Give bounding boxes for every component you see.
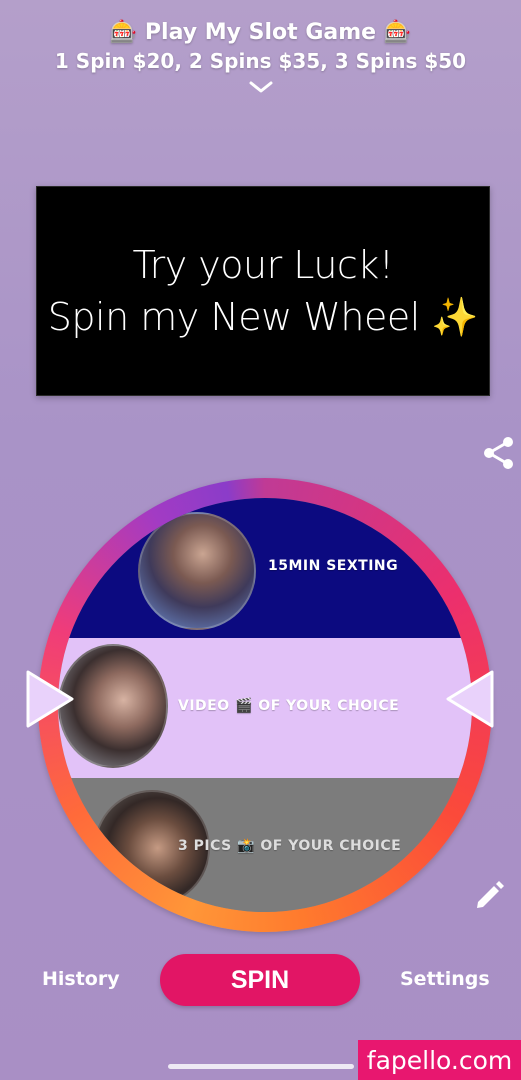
banner-line-1: Try your Luck! bbox=[132, 243, 394, 287]
bottom-bar: History SPIN Settings bbox=[0, 952, 521, 1008]
wheel-segment-selected: VIDEO 🎬 OF YOUR CHOICE bbox=[58, 638, 472, 778]
segment-label: 15MIN SEXTING bbox=[268, 558, 399, 574]
banner-line-2: Spin my New Wheel ✨ bbox=[47, 295, 479, 339]
left-pointer-icon bbox=[26, 670, 74, 728]
page-title: 🎰 Play My Slot Game 🎰 bbox=[109, 20, 412, 45]
wheel-segment: 15MIN SEXTING bbox=[58, 498, 472, 638]
prize-wheel[interactable]: 15MIN SEXTING VIDEO 🎬 OF YOUR CHOICE 3 P… bbox=[38, 478, 492, 932]
spin-button[interactable]: SPIN bbox=[160, 954, 360, 1006]
chevron-down-icon[interactable] bbox=[248, 80, 274, 94]
history-button[interactable]: History bbox=[42, 968, 120, 990]
price-subtitle: 1 Spin $20, 2 Spins $35, 3 Spins $50 bbox=[54, 49, 467, 73]
promo-banner: Try your Luck! Spin my New Wheel ✨ bbox=[36, 186, 490, 396]
watermark: fapello.com bbox=[358, 1040, 521, 1080]
share-icon[interactable] bbox=[480, 434, 518, 472]
right-pointer-icon bbox=[446, 670, 494, 728]
segment-label: 3 PICS 📸 OF YOUR CHOICE bbox=[178, 838, 402, 854]
settings-button[interactable]: Settings bbox=[400, 968, 490, 990]
header: 🎰 Play My Slot Game 🎰 1 Spin $20, 2 Spin… bbox=[0, 18, 521, 74]
home-indicator[interactable] bbox=[168, 1064, 354, 1069]
pencil-icon[interactable] bbox=[472, 878, 506, 912]
segment-photo bbox=[138, 512, 256, 630]
wheel-face: 15MIN SEXTING VIDEO 🎬 OF YOUR CHOICE 3 P… bbox=[58, 498, 472, 912]
wheel-segment: 3 PICS 📸 OF YOUR CHOICE bbox=[58, 778, 472, 912]
segment-label: VIDEO 🎬 OF YOUR CHOICE bbox=[178, 698, 400, 714]
